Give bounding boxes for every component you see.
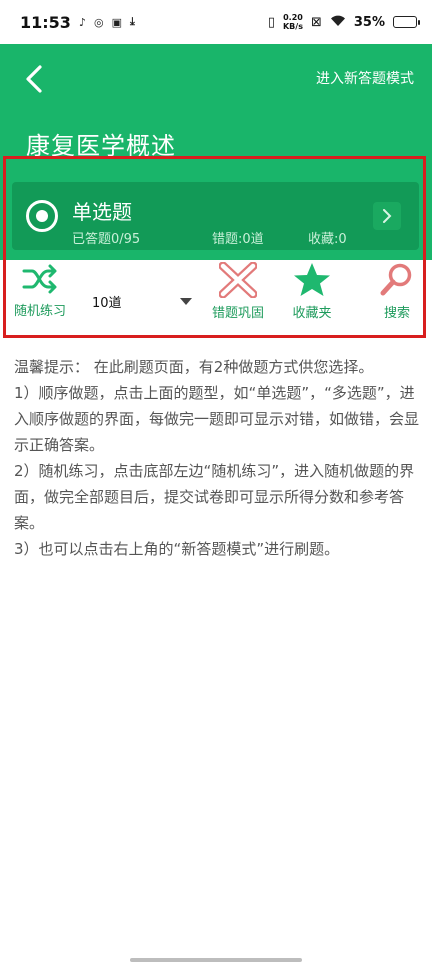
net-speed-value: 0.20: [283, 13, 303, 22]
tiktok-icon: ♪: [78, 15, 86, 29]
app-notification-icon: ◎: [93, 15, 104, 29]
download-icon: ⤓: [129, 15, 135, 28]
question-count-value: 10道: [92, 295, 122, 311]
question-type-card-single-choice[interactable]: 单选题 已答题0/95 错题:0道 收藏:0: [12, 182, 419, 250]
search-label: 搜索: [383, 306, 410, 321]
back-arrow-icon: [26, 65, 42, 93]
chevron-right-icon: [373, 202, 401, 230]
new-answer-mode-button[interactable]: 进入新答题模式: [316, 68, 414, 88]
favorites-button[interactable]: 收藏夹: [292, 262, 332, 321]
wrong-review-button[interactable]: 错题巩固: [212, 262, 264, 321]
status-left: 11:53 ♪ ◎ ▣ ⤓: [20, 13, 135, 32]
shuffle-icon: [22, 264, 57, 294]
vibrate-icon: ▯: [267, 14, 275, 30]
wrong-x-icon: [219, 262, 257, 298]
wrong-review-label: 错题巩固: [212, 306, 265, 321]
dropdown-caret-icon: [180, 297, 192, 305]
question-type-name: 单选题: [72, 200, 132, 224]
random-practice-button[interactable]: 随机练习: [14, 262, 66, 319]
answered-count: 已答题0/95: [72, 232, 141, 247]
tips-item-2: 2）随机练习，点击底部左边“随机练习”，进入随机做题的界面，做完全部题目后，提交…: [14, 462, 415, 532]
tips-intro: 温馨提示： 在此刷题页面，有2种做题方式供您选择。: [14, 358, 374, 376]
status-time: 11:53: [20, 12, 71, 32]
favorites-count: 收藏:0: [308, 232, 347, 247]
status-bar: 11:53 ♪ ◎ ▣ ⤓ ▯ 0.20 KB/s ⊠ 35%: [0, 0, 432, 44]
net-speed-unit: KB/s: [282, 22, 303, 31]
search-icon: [380, 263, 412, 296]
favorites-label: 收藏夹: [292, 306, 332, 321]
tips-item-3: 3）也可以点击右上角的“新答题模式”进行刷题。: [14, 540, 340, 558]
star-icon: [294, 263, 330, 296]
tips-item-1: 1）顺序做题，点击上面的题型，如“单选题”，“多选题”，进入顺序做题的界面，每做…: [14, 384, 420, 454]
store-notification-icon: ▣: [111, 15, 122, 29]
status-right: ▯ 0.20 KB/s ⊠ 35%: [268, 13, 420, 31]
question-count-select[interactable]: 10道: [92, 288, 192, 314]
gesture-nav-handle[interactable]: [130, 958, 302, 962]
practice-toolbar: 随机练习 10道 错题巩固 收藏夹 搜索: [6, 262, 426, 336]
back-button[interactable]: [20, 62, 48, 96]
sim-off-icon: ⊠: [310, 14, 322, 30]
battery-icon: [393, 16, 420, 28]
random-practice-label: 随机练习: [14, 304, 67, 319]
wrong-count: 错题:0道: [212, 232, 264, 247]
page-title: 康复医学概述: [26, 132, 176, 160]
radio-icon: [26, 200, 58, 232]
wifi-icon: [330, 14, 346, 31]
net-speed: 0.20 KB/s: [283, 13, 303, 31]
battery-percent: 35%: [353, 14, 385, 30]
tips-section: 温馨提示： 在此刷题页面，有2种做题方式供您选择。 1）顺序做题，点击上面的题型…: [14, 354, 424, 562]
search-button[interactable]: 搜索: [378, 262, 416, 321]
app-root: 11:53 ♪ ◎ ▣ ⤓ ▯ 0.20 KB/s ⊠ 35% 进入新答题模式 …: [0, 0, 432, 964]
